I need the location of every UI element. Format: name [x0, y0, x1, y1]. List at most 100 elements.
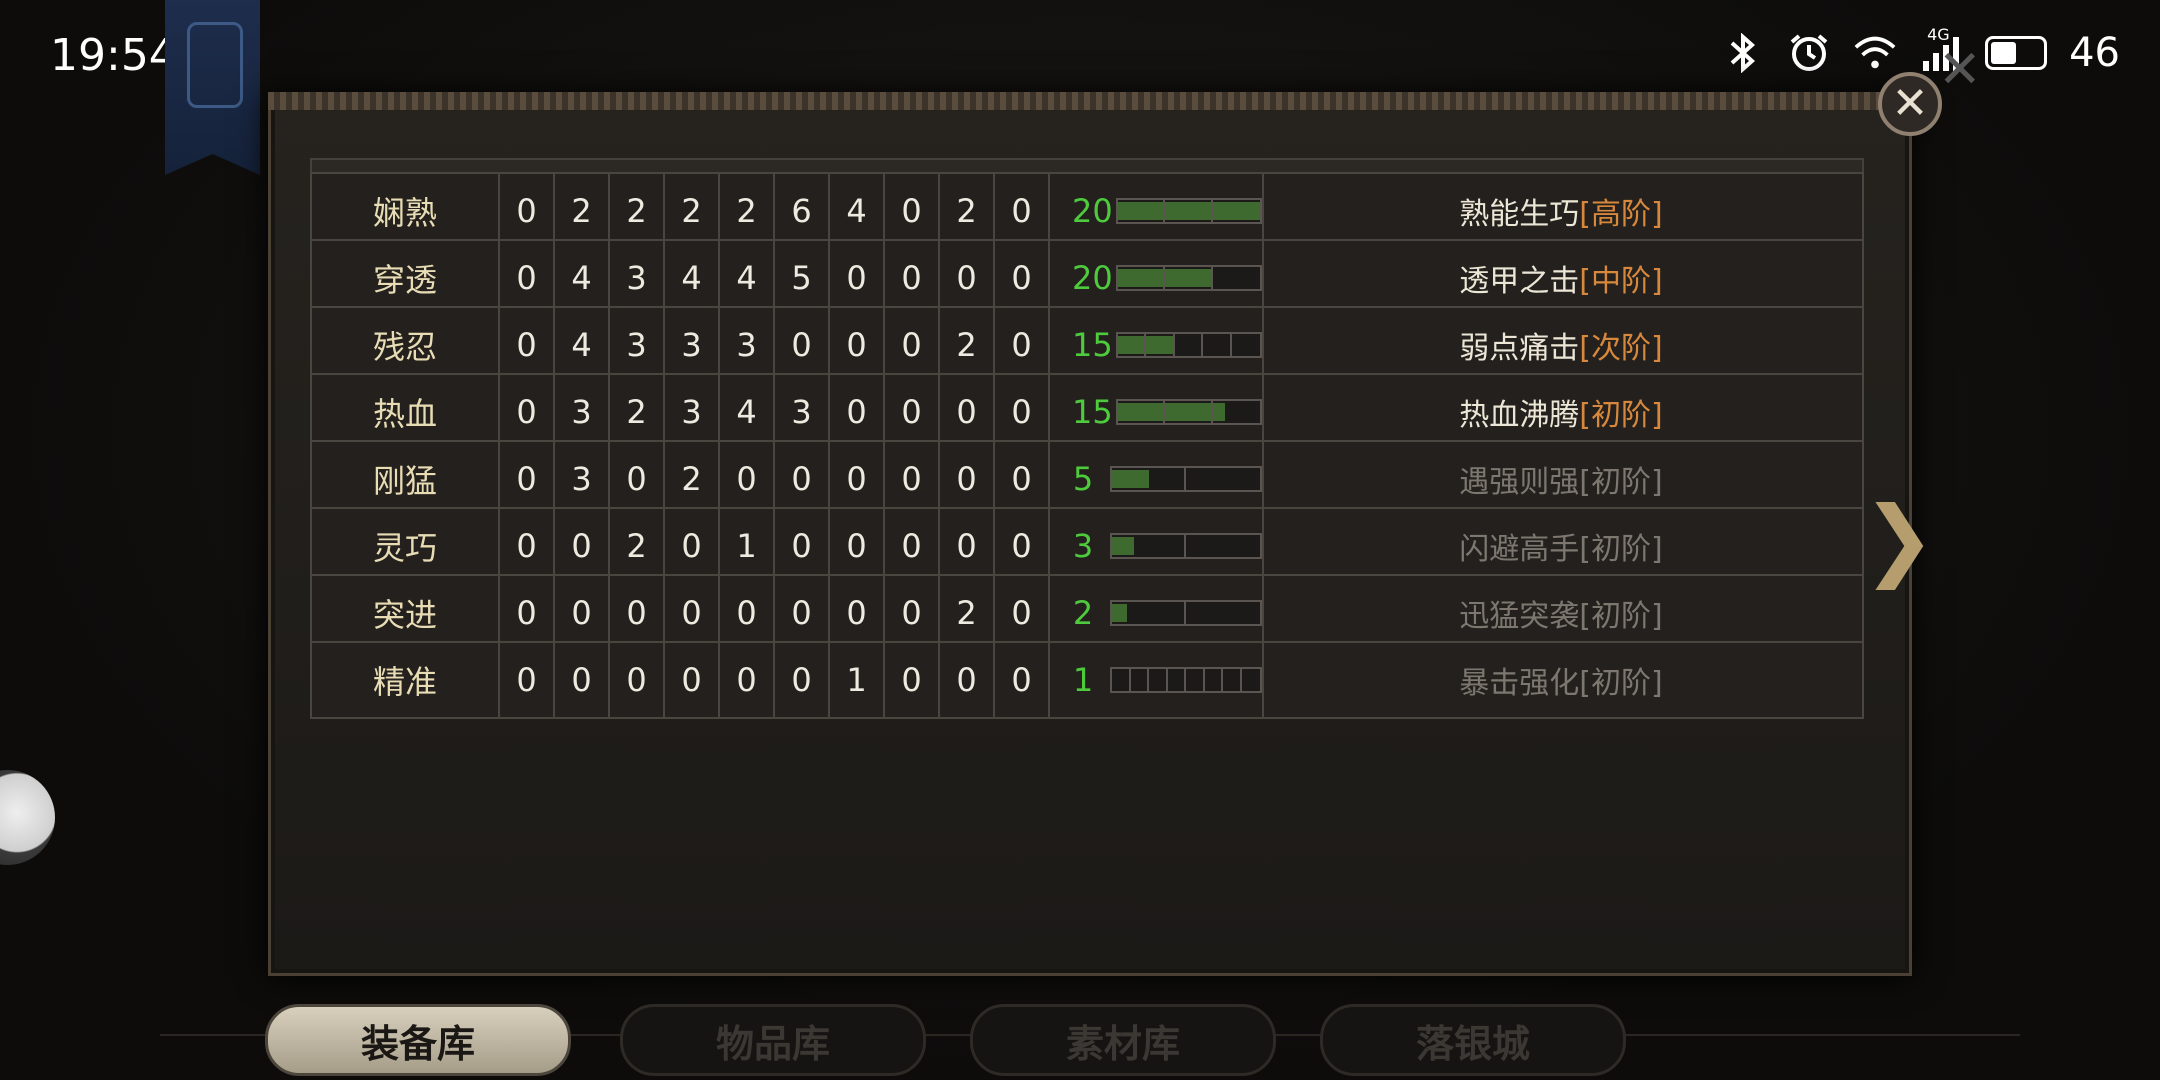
slot-value: 0	[663, 509, 718, 583]
slot-value: 3	[718, 308, 773, 382]
table-row[interactable]: 精准 0 0 0 0 0 0 1 0 0 0 1 暴击强化 [初阶]	[310, 641, 1864, 719]
points-cell: 3	[1048, 509, 1262, 583]
slot-value: 2	[938, 174, 993, 248]
points-progress-bar	[1110, 466, 1262, 492]
slot-value: 0	[938, 375, 993, 449]
points-cell: 2	[1048, 576, 1262, 650]
bluetooth-icon	[1721, 31, 1765, 75]
slot-value: 0	[608, 643, 663, 717]
slot-value: 0	[828, 576, 883, 650]
slot-value: 4	[553, 241, 608, 315]
points-value: 15	[1072, 326, 1113, 364]
points-cell: 20	[1048, 241, 1262, 315]
active-skill[interactable]: 熟能生巧 [高阶]	[1262, 174, 1858, 248]
points-cell: 5	[1048, 442, 1262, 516]
active-skill-tier: [初阶]	[1579, 532, 1663, 567]
slot-value: 1	[718, 509, 773, 583]
slot-value: 4	[718, 375, 773, 449]
slot-value: 2	[608, 174, 663, 248]
slot-value: 0	[993, 643, 1048, 717]
slot-value: 3	[663, 375, 718, 449]
table-body[interactable]: 娴熟 0 2 2 2 2 6 4 0 2 0 20 熟能生巧 [高阶] 穿透 0 4 3 4 4 5 0 0 0 0 20 透甲之击…	[268, 158, 1906, 942]
active-skill[interactable]: 迅猛突袭 [初阶]	[1262, 576, 1858, 650]
slot-value: 0	[883, 576, 938, 650]
points-progress-bar	[1116, 399, 1262, 425]
active-skill-tier: [中阶]	[1579, 264, 1663, 299]
skill-name: 灵巧	[372, 529, 437, 567]
slot-value: 0	[718, 643, 773, 717]
slot-value: 0	[993, 442, 1048, 516]
slot-value: 3	[553, 375, 608, 449]
slot-value: 0	[993, 308, 1048, 382]
slot-value: 0	[993, 509, 1048, 583]
slot-value: 4	[553, 308, 608, 382]
slot-value: 3	[553, 442, 608, 516]
next-page-arrow-icon[interactable]: ❯	[1862, 495, 1936, 583]
slot-value: 0	[828, 375, 883, 449]
slot-value: 0	[883, 174, 938, 248]
slot-value: 0	[498, 174, 553, 248]
tab-materials[interactable]: 素材库	[970, 1004, 1276, 1076]
guild-banner[interactable]	[165, 0, 260, 175]
close-button[interactable]: ✕	[1878, 72, 1942, 136]
progress-segment	[1118, 401, 1213, 423]
active-skill-tier: [初阶]	[1579, 599, 1663, 634]
active-skill[interactable]: 热血沸腾 [初阶]	[1262, 375, 1858, 449]
tab-items[interactable]: 物品库	[620, 1004, 926, 1076]
close-icon-shadow: ✕	[1938, 40, 1982, 100]
slot-value: 0	[993, 174, 1048, 248]
slot-value: 5	[773, 241, 828, 315]
progress-segment	[1118, 267, 1213, 289]
points-value: 2	[1072, 594, 1094, 632]
slot-value: 0	[718, 576, 773, 650]
active-skill[interactable]: 弱点痛击 [次阶]	[1262, 308, 1858, 382]
active-skill-name: 暴击强化	[1459, 666, 1580, 701]
points-progress-bar	[1116, 198, 1262, 224]
slot-value: 0	[608, 442, 663, 516]
points-value: 20	[1072, 259, 1113, 297]
alarm-icon	[1787, 31, 1831, 75]
points-value: 20	[1072, 192, 1113, 230]
skill-name: 热血	[372, 395, 437, 433]
slot-value: 0	[773, 576, 828, 650]
slot-value: 2	[938, 576, 993, 650]
slot-value: 0	[883, 509, 938, 583]
slot-value: 0	[553, 509, 608, 583]
slot-value: 3	[608, 308, 663, 382]
slot-value: 0	[828, 241, 883, 315]
slot-value: 0	[498, 576, 553, 650]
active-skill[interactable]: 闪避高手 [初阶]	[1262, 509, 1858, 583]
slot-value: 2	[938, 308, 993, 382]
points-progress-bar	[1110, 600, 1262, 626]
active-skill-tier: [初阶]	[1579, 398, 1663, 433]
active-skill[interactable]: 遇强则强 [初阶]	[1262, 442, 1858, 516]
progress-segment	[1112, 669, 1242, 691]
slot-value: 0	[883, 375, 938, 449]
points-value: 1	[1072, 661, 1094, 699]
active-skill[interactable]: 暴击强化 [初阶]	[1262, 643, 1858, 717]
points-value: 5	[1072, 460, 1094, 498]
tab-luoyin-city[interactable]: 落银城	[1320, 1004, 1626, 1076]
skill-name: 残忍	[372, 328, 437, 366]
battery-icon	[1985, 36, 2048, 70]
slot-value: 0	[498, 375, 553, 449]
slot-value: 2	[718, 174, 773, 248]
active-skill-tier: [次阶]	[1579, 331, 1663, 366]
slot-value: 0	[773, 442, 828, 516]
active-skill-tier: [高阶]	[1579, 197, 1663, 232]
active-skill[interactable]: 透甲之击 [中阶]	[1262, 241, 1858, 315]
slot-value: 2	[553, 174, 608, 248]
slot-value: 0	[938, 643, 993, 717]
slot-value: 4	[828, 174, 883, 248]
points-value: 3	[1072, 527, 1094, 565]
battery-level: 46	[2069, 30, 2120, 76]
points-progress-bar	[1116, 332, 1262, 358]
slot-value: 4	[718, 241, 773, 315]
active-skill-name: 透甲之击	[1459, 264, 1580, 299]
progress-segment	[1118, 334, 1232, 356]
slot-value: 0	[938, 241, 993, 315]
slot-value: 3	[608, 241, 663, 315]
slot-value: 0	[883, 308, 938, 382]
slot-value: 4	[663, 241, 718, 315]
tab-equipment[interactable]: 装备库	[265, 1004, 571, 1076]
